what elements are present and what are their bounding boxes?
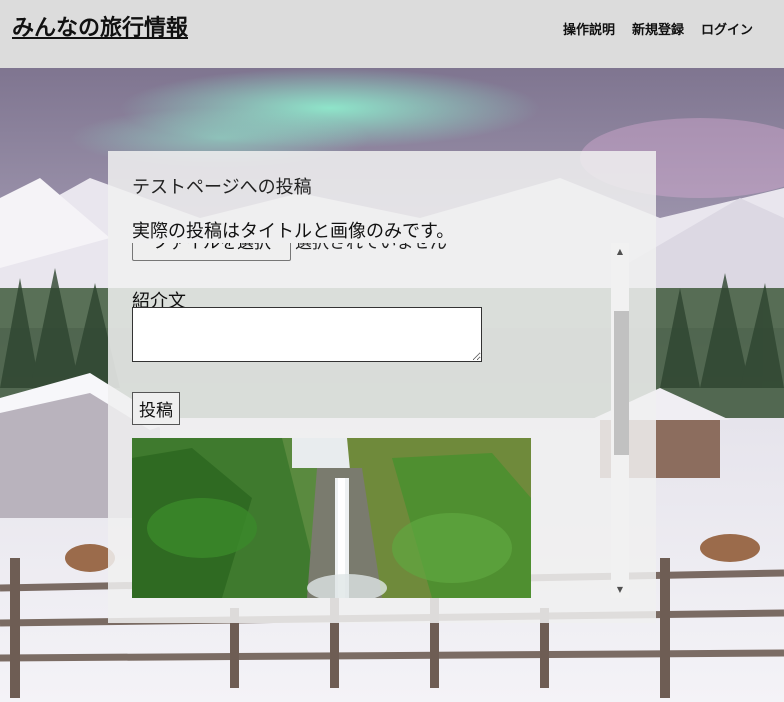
form-scroll-area[interactable]: ファイルを選択 選択されていません 紹介文 投稿 xyxy=(132,243,630,598)
nav-register-link[interactable]: 新規登録 xyxy=(632,23,684,38)
site-title-link[interactable]: みんなの旅行情報 xyxy=(12,10,188,42)
intro-textarea[interactable] xyxy=(132,307,482,362)
post-form-panel: テストページへの投稿 実際の投稿はタイトルと画像のみです。 ファイルを選択 選択さ… xyxy=(108,151,656,623)
scroll-up-arrow-icon[interactable]: ▲ xyxy=(611,243,629,260)
submit-button[interactable]: 投稿 xyxy=(132,392,180,425)
panel-title: テストページへの投稿 xyxy=(132,177,312,198)
scroll-thumb[interactable] xyxy=(614,311,629,455)
post-notice: 実際の投稿はタイトルと画像のみです。 xyxy=(132,221,455,242)
scroll-down-arrow-icon[interactable]: ▼ xyxy=(611,581,629,598)
nav-guide-link[interactable]: 操作説明 xyxy=(563,23,615,38)
nav-login-link[interactable]: ログイン xyxy=(701,23,753,38)
form-scrollbar[interactable]: ▲ ▼ xyxy=(611,243,629,598)
waterfall-photo xyxy=(132,438,531,598)
header-nav: 操作説明 新規登録 ログイン xyxy=(563,19,784,38)
site-header: みんなの旅行情報 操作説明 新規登録 ログイン xyxy=(0,0,784,68)
file-status-text: 選択されていません xyxy=(295,243,447,253)
file-input[interactable]: ファイルを選択 選択されていません xyxy=(132,243,447,261)
file-select-button[interactable]: ファイルを選択 xyxy=(132,243,291,261)
